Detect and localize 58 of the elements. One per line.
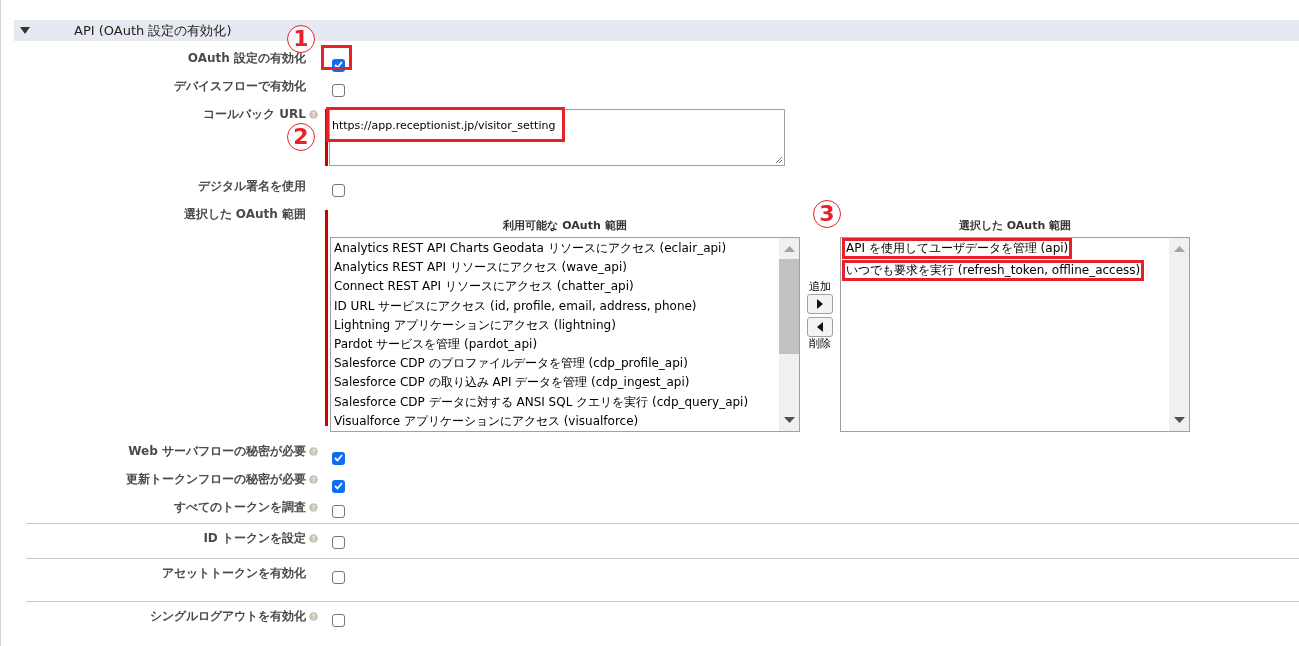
scroll-up-icon [783,246,795,252]
scope-option[interactable]: Connect REST API リソースにアクセス (chatter_api) [334,277,779,297]
scrollbar[interactable] [1169,238,1189,431]
scope-option[interactable]: Salesforce CDP のプロファイルデータを管理 (cdp_profile_api) [334,354,779,374]
callout-number: 2 [287,123,315,151]
checkbox[interactable] [332,184,345,197]
callback-url-field[interactable]: https://app.receptionist.jp/visitor_setting [329,109,785,166]
scope-option[interactable]: ID URL サービスにアクセス (id, profile, email, address, phone) [334,296,779,316]
scope-option[interactable]: Analytics REST API リソースにアクセス (wave_api) [334,258,779,278]
list-title: 選択した OAuth 範囲 [957,218,1073,234]
scroll-down-icon [1173,417,1185,423]
resize-handle-icon [773,154,783,164]
add-button[interactable] [807,294,833,314]
checkbox[interactable] [332,505,345,518]
check-icon [334,454,343,462]
scroll-up-icon [1173,246,1185,252]
scope-option[interactable]: Visualforce アプリケーションにアクセス (visualforce) [334,411,779,431]
scope-option[interactable]: Analytics REST API Charts Geodata リソースにアクセス (eclair_api) [334,239,779,259]
scope-option[interactable]: Salesforce CDP の取り込み API データを管理 (cdp_ingest_api) [334,373,779,393]
right-arrow-icon [817,299,823,309]
scope-option[interactable]: いつでも要求を実行 (refresh_token, offline_access) [846,263,1141,278]
checkbox[interactable] [332,536,345,549]
scope-option[interactable]: Pardot サービスを管理 (pardot_api) [334,334,779,355]
collapse-triangle-icon [20,26,30,35]
field-label: 更新トークンフローの秘密が必要 [126,472,306,487]
field-label: すべてのトークンを調査 [174,500,306,515]
scope-option[interactable]: Lightning アプリケーションにアクセス (lightning) [334,315,779,335]
list-title: 利用可能な OAuth 範囲 [502,218,628,234]
url-text: https://app.receptionist.jp/visitor_setting [332,119,556,132]
checkbox[interactable] [332,451,345,465]
field-label: 選択した OAuth 範囲 [183,207,306,222]
scroll-down-icon [783,417,795,423]
field-label: デバイスフローで有効化 [174,79,306,94]
scope-option[interactable]: API を使用してユーザデータを管理 (api) [846,241,1069,256]
scrollbar-thumb[interactable] [779,259,799,354]
field-label: コールバック URL [203,107,306,122]
checkbox[interactable] [332,614,345,627]
selected-scopes-list[interactable]: API を使用してユーザデータを管理 (api) いつでも要求を実行 (refresh_token, offline_access) [840,237,1190,432]
section-title: API (OAuth 設定の有効化) [74,21,232,40]
remove-label: 削除 [809,337,831,351]
checkbox[interactable] [332,571,345,584]
field-label: アセットトークンを有効化 [162,566,306,581]
field-label: OAuth 設定の有効化 [187,51,306,66]
field-label: シングルログアウトを有効化 [150,609,306,624]
available-scopes-list[interactable] [330,237,800,432]
check-icon [334,61,343,69]
field-label: デジタル署名を使用 [198,179,306,194]
scope-option[interactable]: Salesforce CDP データに対する ANSI SQL クエリを実行 (cdp_query_api) [334,392,779,412]
check-icon [334,482,343,490]
left-arrow-icon [817,322,823,332]
remove-button[interactable] [807,317,833,337]
add-label: 追加 [809,280,831,294]
checkbox[interactable] [332,479,345,493]
field-label: ID トークンを設定 [203,531,306,546]
callout-number: 3 [813,200,841,228]
field-label: Web サーバフローの秘密が必要 [128,444,306,459]
checkbox[interactable] [332,84,345,97]
scrollbar[interactable] [779,238,799,431]
